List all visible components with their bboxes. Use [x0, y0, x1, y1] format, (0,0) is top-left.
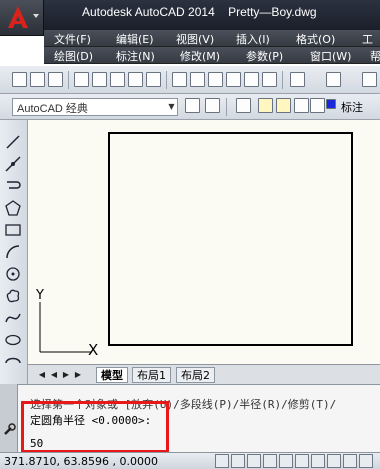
- brush-icon[interactable]: [262, 72, 277, 87]
- sun-icon[interactable]: [276, 98, 291, 113]
- prev-tab-icon[interactable]: ◀: [50, 369, 58, 381]
- ducs-icon[interactable]: [343, 454, 357, 468]
- lock-icon[interactable]: [310, 98, 325, 113]
- new-icon[interactable]: [12, 72, 27, 87]
- coordinate-readout: 371.8710, 63.8596 , 0.0000: [4, 455, 158, 468]
- layer-name[interactable]: 标注: [341, 99, 363, 115]
- infer-constraints-icon[interactable]: [215, 454, 229, 468]
- pan-icon[interactable]: [362, 72, 377, 87]
- construction-line-icon[interactable]: [5, 156, 21, 172]
- first-tab-icon[interactable]: ◀: [38, 369, 46, 381]
- window-title: Autodesk AutoCAD 2014 Pretty—Boy.dwg: [82, 5, 317, 19]
- wrench-icon[interactable]: [0, 384, 18, 452]
- draw-toolbar: [0, 120, 28, 384]
- ortho-icon[interactable]: [263, 454, 277, 468]
- layer-color-swatch[interactable]: [326, 99, 336, 109]
- menu-file[interactable]: 文件(F): [54, 31, 91, 47]
- chevron-down-icon[interactable]: ▼: [165, 98, 178, 116]
- polar-icon[interactable]: [279, 454, 293, 468]
- tab-layout2[interactable]: 布局2: [176, 367, 215, 383]
- viewport-icon[interactable]: [294, 98, 309, 113]
- match-properties-icon[interactable]: [226, 72, 241, 87]
- menu-window[interactable]: 窗口(W): [310, 48, 351, 64]
- ucs-icon: [39, 302, 92, 353]
- polyline-icon[interactable]: [5, 178, 21, 194]
- open-icon[interactable]: [30, 72, 45, 87]
- publish-3d-icon[interactable]: [146, 72, 161, 87]
- highlight-box: [21, 401, 169, 453]
- workspace-settings-icon[interactable]: [185, 98, 200, 113]
- application-menu-button[interactable]: [0, 0, 44, 36]
- standard-toolbar: [0, 66, 380, 94]
- tab-model[interactable]: 模型: [96, 367, 128, 383]
- drawn-rectangle[interactable]: [108, 132, 353, 346]
- customize-icon[interactable]: [205, 98, 220, 113]
- toolbar-divider: [226, 98, 227, 116]
- command-window-handle[interactable]: [0, 384, 18, 452]
- menu-modify[interactable]: 修改(M): [180, 48, 220, 64]
- toolbar-divider: [282, 71, 283, 89]
- layer-properties-icon[interactable]: [236, 98, 251, 113]
- menu-tools[interactable]: 工: [362, 31, 373, 47]
- menu-dimension[interactable]: 标注(N): [116, 48, 155, 64]
- arc-icon[interactable]: [5, 244, 21, 260]
- dyn-icon[interactable]: [359, 454, 373, 468]
- toolbar-divider: [68, 71, 69, 89]
- ucs-x-label: X: [88, 341, 99, 359]
- workspace-toolbar: AutoCAD 经典 ▼: [0, 94, 380, 120]
- print-icon[interactable]: [74, 72, 89, 87]
- line-icon[interactable]: [5, 134, 21, 150]
- ellipse-arc-icon[interactable]: [5, 354, 21, 370]
- menu-edit[interactable]: 编辑(E): [116, 31, 154, 47]
- lightbulb-icon[interactable]: [258, 98, 273, 113]
- save-icon[interactable]: [48, 72, 63, 87]
- menu-bar-row2: 绘图(D) 标注(N) 修改(M) 参数(P) 窗口(W) 帮: [44, 47, 380, 64]
- ucs-y-label: Y: [36, 288, 44, 303]
- undo-icon[interactable]: [290, 72, 305, 87]
- rectangle-icon[interactable]: [5, 222, 21, 238]
- paste-icon[interactable]: [208, 72, 223, 87]
- ellipse-icon[interactable]: [5, 332, 21, 348]
- copy-icon[interactable]: [190, 72, 205, 87]
- otrack-icon[interactable]: [327, 454, 341, 468]
- revision-cloud-icon[interactable]: [5, 288, 21, 304]
- cut-icon[interactable]: [172, 72, 187, 87]
- grid-icon[interactable]: [247, 454, 261, 468]
- menu-parameters[interactable]: 参数(P): [246, 48, 283, 64]
- autocad-logo-icon: [8, 6, 39, 28]
- publish-icon[interactable]: [110, 72, 125, 87]
- tab-layout1[interactable]: 布局1: [132, 367, 171, 383]
- workspace-dropdown[interactable]: AutoCAD 经典: [12, 98, 178, 116]
- menu-format[interactable]: 格式(O): [296, 31, 335, 47]
- menu-draw[interactable]: 绘图(D): [54, 48, 93, 64]
- next-tab-icon[interactable]: ▶: [62, 369, 70, 381]
- menu-bar: 文件(F) 编辑(E) 视图(V) 插入(I) 格式(O) 工: [44, 30, 380, 47]
- menu-view[interactable]: 视图(V): [176, 31, 214, 47]
- toolbar-divider: [166, 71, 167, 89]
- redo-icon[interactable]: [326, 72, 341, 87]
- layout-tab-bar: ◀ ◀ ▶ ▶ 模型 布局1 布局2: [28, 364, 380, 384]
- osnap-icon[interactable]: [295, 454, 309, 468]
- 3d-osnap-icon[interactable]: [311, 454, 325, 468]
- menu-help[interactable]: 帮: [370, 48, 380, 64]
- last-tab-icon[interactable]: ▶: [74, 369, 82, 381]
- menu-insert[interactable]: 插入(I): [236, 31, 270, 47]
- spline-icon[interactable]: [5, 310, 21, 326]
- block-editor-icon[interactable]: [244, 72, 259, 87]
- circle-icon[interactable]: [5, 266, 21, 282]
- 3d-dwf-icon[interactable]: [128, 72, 143, 87]
- polygon-icon[interactable]: [5, 200, 21, 216]
- snap-mode-icon[interactable]: [231, 454, 245, 468]
- print-preview-icon[interactable]: [92, 72, 107, 87]
